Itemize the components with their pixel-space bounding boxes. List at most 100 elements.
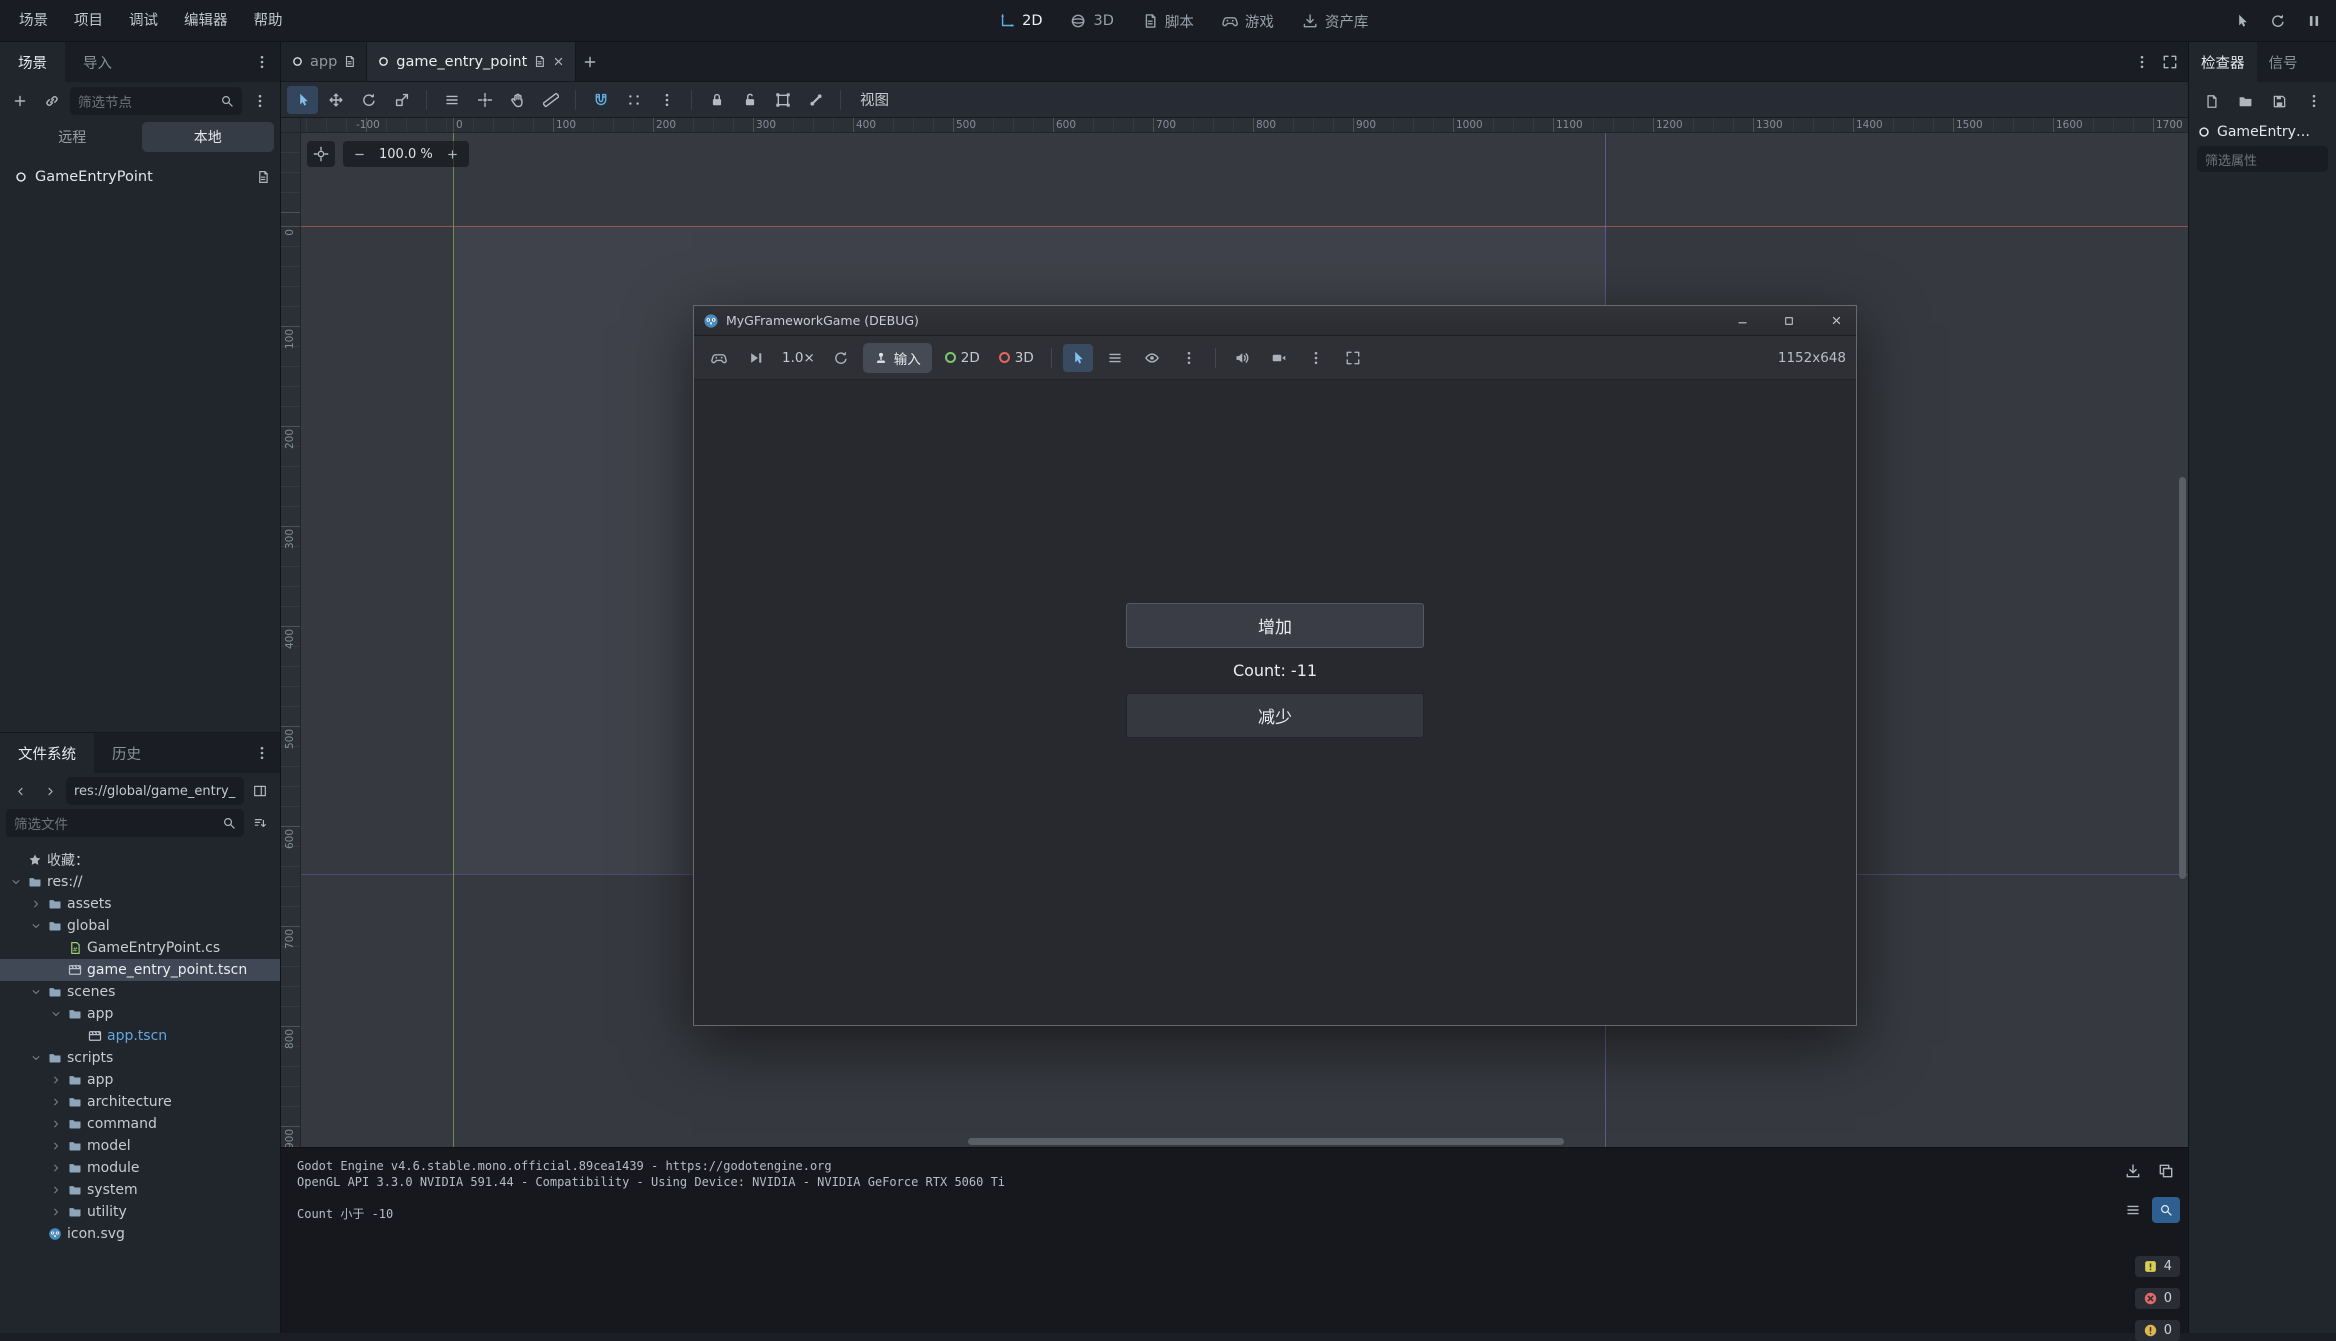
camera-3d-toggle[interactable]: 3D <box>993 350 1040 366</box>
chevron-right-icon[interactable] <box>28 898 43 910</box>
scene-dock-menu-icon[interactable] <box>248 49 276 75</box>
workspace-assetlib[interactable]: 资产库 <box>1290 6 1381 37</box>
game-debug-icon[interactable] <box>704 344 734 372</box>
camera-2d-toggle[interactable]: 2D <box>939 350 986 366</box>
scene-tree-menu-icon[interactable] <box>246 88 274 114</box>
pick-options-menu[interactable] <box>1174 344 1204 372</box>
camera-override-icon[interactable] <box>1264 344 1294 372</box>
tree-node-game-entry-point[interactable]: GameEntryPoint <box>0 162 280 192</box>
center-view-button[interactable] <box>307 141 335 167</box>
debug-messages-badge[interactable]: 4 <box>2135 1256 2180 1277</box>
pan-mode-button[interactable] <box>502 86 533 114</box>
chevron-right-icon[interactable] <box>48 1206 63 1218</box>
reset-speed-icon[interactable] <box>826 344 856 372</box>
local-tab[interactable]: 本地 <box>142 122 275 152</box>
select-mode-button[interactable] <box>287 86 318 114</box>
current-path-input[interactable]: res://global/game_entry_p <box>66 777 244 805</box>
pick-node-tool[interactable] <box>1063 344 1093 372</box>
help-menu[interactable]: 帮助 <box>241 0 296 42</box>
game-window-titlebar[interactable]: MyGFrameworkGame (DEBUG) <box>694 306 1856 336</box>
new-scene-tab-button[interactable] <box>576 49 604 75</box>
pick-list-tool[interactable] <box>1100 344 1130 372</box>
snap-options-menu-button[interactable] <box>651 86 682 114</box>
new-resource-icon[interactable] <box>2197 88 2225 114</box>
output-search-icon[interactable] <box>2152 1197 2180 1223</box>
chevron-right-icon[interactable] <box>48 1096 63 1108</box>
workspace-game[interactable]: 游戏 <box>1210 6 1286 37</box>
ruler-mode-button[interactable] <box>535 86 566 114</box>
zoom-level[interactable]: 100.0 % <box>373 147 439 162</box>
load-resource-icon[interactable] <box>2231 88 2259 114</box>
chevron-down-icon[interactable] <box>28 1052 43 1064</box>
fs-item-module[interactable]: module <box>0 1157 280 1179</box>
fs-item-game-entry-point-tscn[interactable]: game_entry_point.tscn <box>0 959 280 981</box>
debug-menu[interactable]: 调试 <box>116 0 171 42</box>
scene-tabs-menu-icon[interactable] <box>2128 49 2156 75</box>
filesystem-dock-menu-icon[interactable] <box>248 740 276 766</box>
chevron-right-icon[interactable] <box>48 1118 63 1130</box>
chevron-down-icon[interactable] <box>8 876 23 888</box>
fs-item-gameentrypoint-cs[interactable]: #GameEntryPoint.cs <box>0 937 280 959</box>
smart-snap-toggle-button[interactable] <box>585 86 616 114</box>
chevron-right-icon[interactable] <box>48 1184 63 1196</box>
warnings-badge[interactable]: 0 <box>2135 1320 2180 1341</box>
output-filter-icon[interactable] <box>2119 1197 2147 1223</box>
copy-output-icon[interactable] <box>2152 1158 2180 1184</box>
audio-mute-icon[interactable] <box>1227 344 1257 372</box>
nav-back-icon[interactable] <box>6 778 34 804</box>
tab-scene[interactable]: 场景 <box>0 42 65 82</box>
increase-button[interactable]: 增加 <box>1126 603 1424 648</box>
tab-filesystem[interactable]: 文件系统 <box>0 733 94 773</box>
save-resource-icon[interactable] <box>2266 88 2294 114</box>
grid-snap-toggle-button[interactable] <box>618 86 649 114</box>
list-select-mode-button[interactable] <box>436 86 467 114</box>
chevron-down-icon[interactable] <box>28 986 43 998</box>
scene-menu[interactable]: 场景 <box>6 0 61 42</box>
workspace-script[interactable]: 脚本 <box>1130 6 1206 37</box>
project-menu[interactable]: 项目 <box>61 0 116 42</box>
editor-menu[interactable]: 编辑器 <box>171 0 241 42</box>
fs-item-res-root[interactable]: res:// <box>0 871 280 893</box>
decrease-button[interactable]: 减少 <box>1126 693 1424 738</box>
filter-files-input[interactable]: 筛选文件 <box>6 809 244 837</box>
remote-tab[interactable]: 远程 <box>6 122 139 152</box>
pivot-mode-button[interactable] <box>469 86 500 114</box>
camera-options-menu[interactable] <box>1301 344 1331 372</box>
workspace-2d[interactable]: 2D <box>987 8 1054 34</box>
visibility-tool[interactable] <box>1137 344 1167 372</box>
lock-selected-button[interactable] <box>701 86 732 114</box>
maximize-button[interactable] <box>1769 306 1809 336</box>
scale-mode-button[interactable] <box>386 86 417 114</box>
tab-signals[interactable]: 信号 <box>2257 42 2310 82</box>
save-output-icon[interactable] <box>2119 1158 2147 1184</box>
add-node-button[interactable] <box>6 88 34 114</box>
tab-inspector[interactable]: 检查器 <box>2189 42 2257 82</box>
next-frame-icon[interactable] <box>741 344 771 372</box>
fs-item-utility[interactable]: utility <box>0 1201 280 1223</box>
fs-item-system[interactable]: system <box>0 1179 280 1201</box>
view-menu[interactable]: 视图 <box>848 89 901 110</box>
skeleton-options-button[interactable] <box>800 86 831 114</box>
filter-nodes-input[interactable]: 筛选节点 <box>70 87 242 115</box>
sort-files-icon[interactable] <box>246 810 274 836</box>
expand-viewport-icon[interactable] <box>2156 49 2184 75</box>
instance-scene-button[interactable] <box>38 88 66 114</box>
chevron-right-icon[interactable] <box>48 1074 63 1086</box>
fs-item-app[interactable]: app <box>0 1003 280 1025</box>
fs-item-favorites[interactable]: 收藏： <box>0 849 280 871</box>
group-selected-button[interactable] <box>767 86 798 114</box>
input-toggle-button[interactable]: 输入 <box>863 343 932 373</box>
nav-forward-icon[interactable] <box>36 778 64 804</box>
pause-control[interactable] <box>2300 8 2328 34</box>
errors-badge[interactable]: 0 <box>2135 1288 2180 1309</box>
split-view-icon[interactable] <box>246 778 274 804</box>
fs-item-model[interactable]: model <box>0 1135 280 1157</box>
embed-fullscreen-icon[interactable] <box>1338 344 1368 372</box>
fs-item-scripts-app[interactable]: app <box>0 1069 280 1091</box>
fs-item-app-tscn[interactable]: app.tscn <box>0 1025 280 1047</box>
scene-tab-game-entry-point[interactable]: game_entry_point <box>367 42 576 81</box>
fs-item-scenes[interactable]: scenes <box>0 981 280 1003</box>
fs-item-icon-svg[interactable]: icon.svg <box>0 1223 280 1245</box>
horizontal-scrollbar[interactable] <box>968 1138 1564 1145</box>
script-icon[interactable] <box>256 170 270 184</box>
